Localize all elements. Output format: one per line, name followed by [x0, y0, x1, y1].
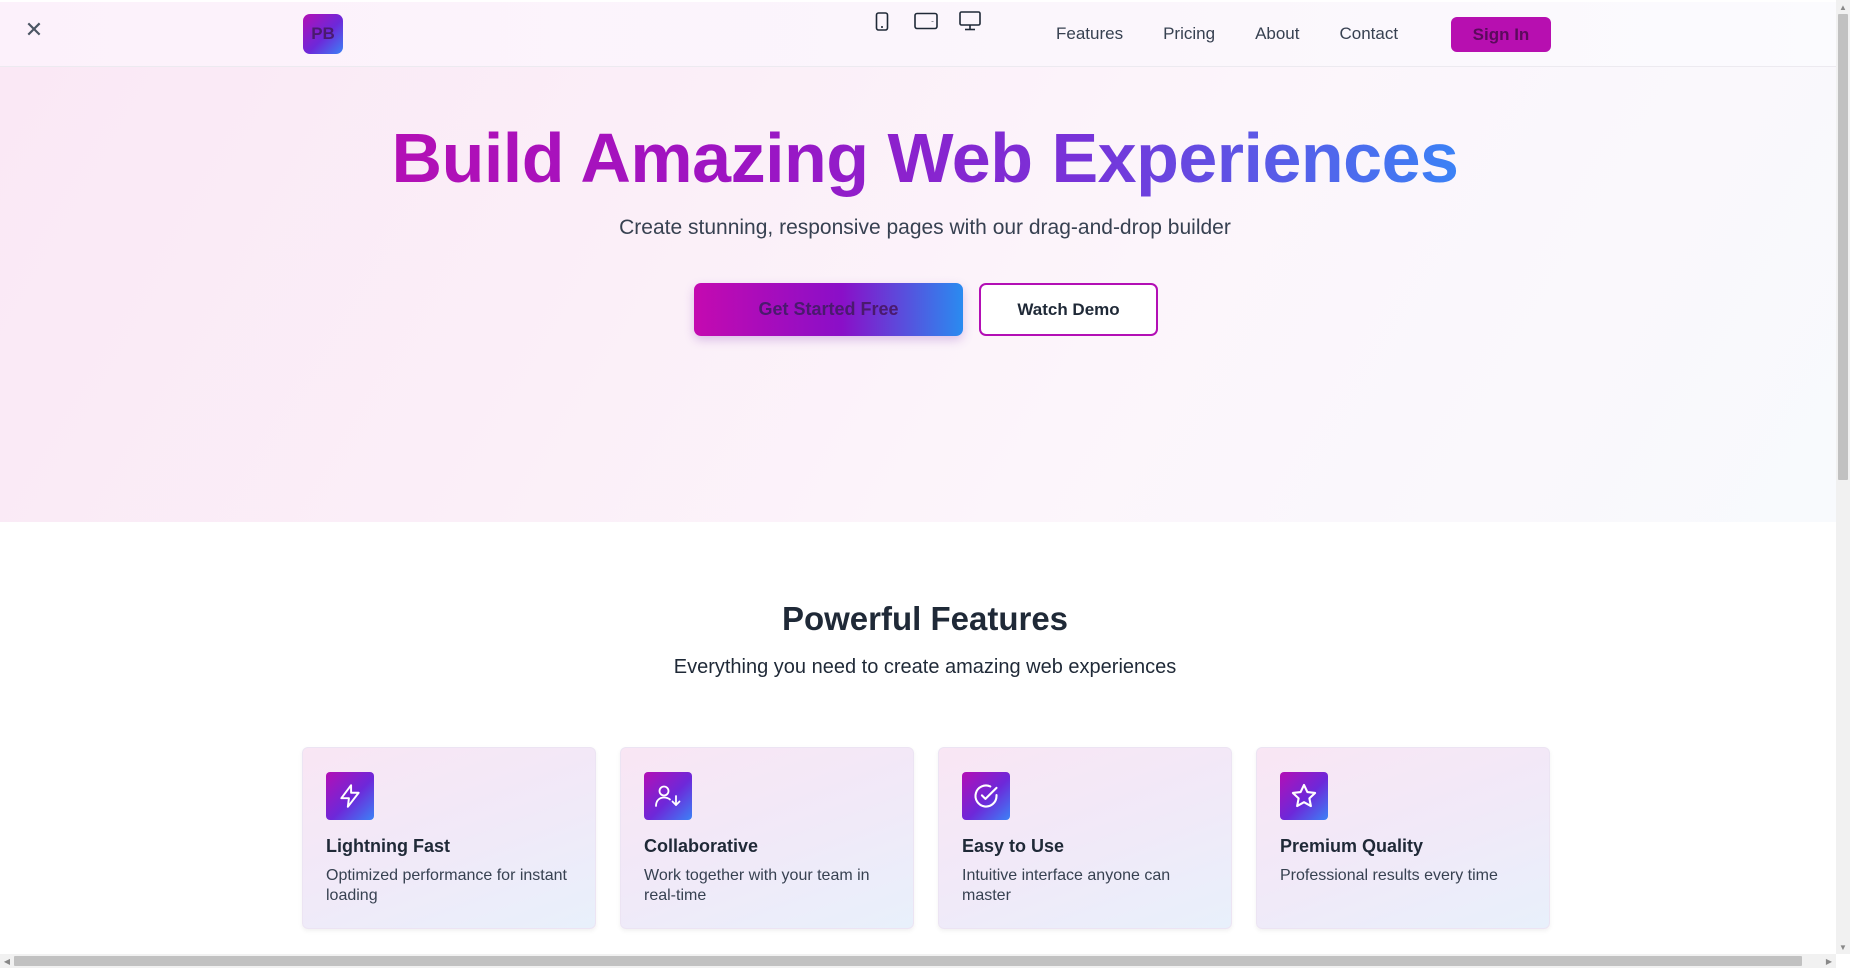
tablet-icon[interactable] [914, 10, 938, 32]
hero-subtitle: Create stunning, responsive pages with o… [619, 216, 1231, 239]
scroll-up-arrow-icon[interactable]: ▲ [1836, 0, 1850, 14]
feature-card-desc: Optimized performance for instant loadin… [326, 867, 567, 904]
desktop-icon[interactable] [958, 10, 982, 32]
close-icon[interactable]: ✕ [22, 17, 46, 42]
user-collab-icon [644, 772, 692, 820]
scroll-left-arrow-icon[interactable]: ◀ [0, 954, 14, 968]
get-started-button[interactable]: Get Started Free [694, 283, 963, 336]
watch-demo-button[interactable]: Watch Demo [979, 283, 1158, 336]
hero-title: Build Amazing Web Experiences [0, 118, 1836, 198]
top-navbar: ✕ PB Features Pricing About Contact Sign… [0, 2, 1836, 67]
feature-card-title: Premium Quality [1280, 836, 1424, 856]
horizontal-scrollbar[interactable]: ◀ ▶ [0, 954, 1836, 968]
lightning-icon [326, 772, 374, 820]
star-icon [1280, 772, 1328, 820]
feature-card-collaborative: Collaborative Work together with your te… [620, 747, 914, 929]
nav-links: Features Pricing About Contact [1056, 24, 1398, 44]
feature-card-title: Easy to Use [962, 836, 1065, 856]
phone-icon[interactable] [870, 10, 894, 32]
nav-link-pricing[interactable]: Pricing [1163, 24, 1215, 44]
feature-card-easy-to-use: Easy to Use Intuitive interface anyone c… [938, 747, 1232, 929]
check-circle-icon [962, 772, 1010, 820]
nav-link-contact[interactable]: Contact [1340, 24, 1399, 44]
vertical-scrollbar[interactable]: ▲ ▼ [1836, 0, 1850, 954]
sign-in-button[interactable]: Sign In [1451, 17, 1551, 52]
feature-card-desc: Intuitive interface anyone can master [962, 867, 1171, 904]
scroll-down-arrow-icon[interactable]: ▼ [1836, 940, 1850, 954]
scroll-right-arrow-icon[interactable]: ▶ [1822, 954, 1836, 968]
features-title: Powerful Features [781, 600, 1069, 637]
hero-title-text: Build Amazing Web Experiences [391, 119, 1459, 197]
feature-card-premium-quality: Premium Quality Professional results eve… [1256, 747, 1550, 929]
nav-link-about[interactable]: About [1255, 24, 1299, 44]
feature-card-title: Collaborative [644, 836, 759, 856]
feature-card-desc: Work together with your team in real-tim… [644, 867, 870, 904]
feature-card-title: Lightning Fast [326, 836, 450, 856]
feature-card-desc: Professional results every time [1280, 867, 1498, 884]
device-preview-switcher [870, 10, 982, 32]
horizontal-scroll-thumb[interactable] [14, 956, 1802, 966]
feature-card-lightning-fast: Lightning Fast Optimized performance for… [302, 747, 596, 929]
vertical-scroll-thumb[interactable] [1838, 14, 1848, 480]
features-subtitle: Everything you need to create amazing we… [673, 656, 1177, 678]
logo[interactable]: PB [303, 14, 343, 54]
feature-cards: Lightning Fast Optimized performance for… [302, 747, 1550, 929]
nav-link-features[interactable]: Features [1056, 24, 1123, 44]
page-viewport: ✕ PB Features Pricing About Contact Sign… [0, 0, 1836, 954]
